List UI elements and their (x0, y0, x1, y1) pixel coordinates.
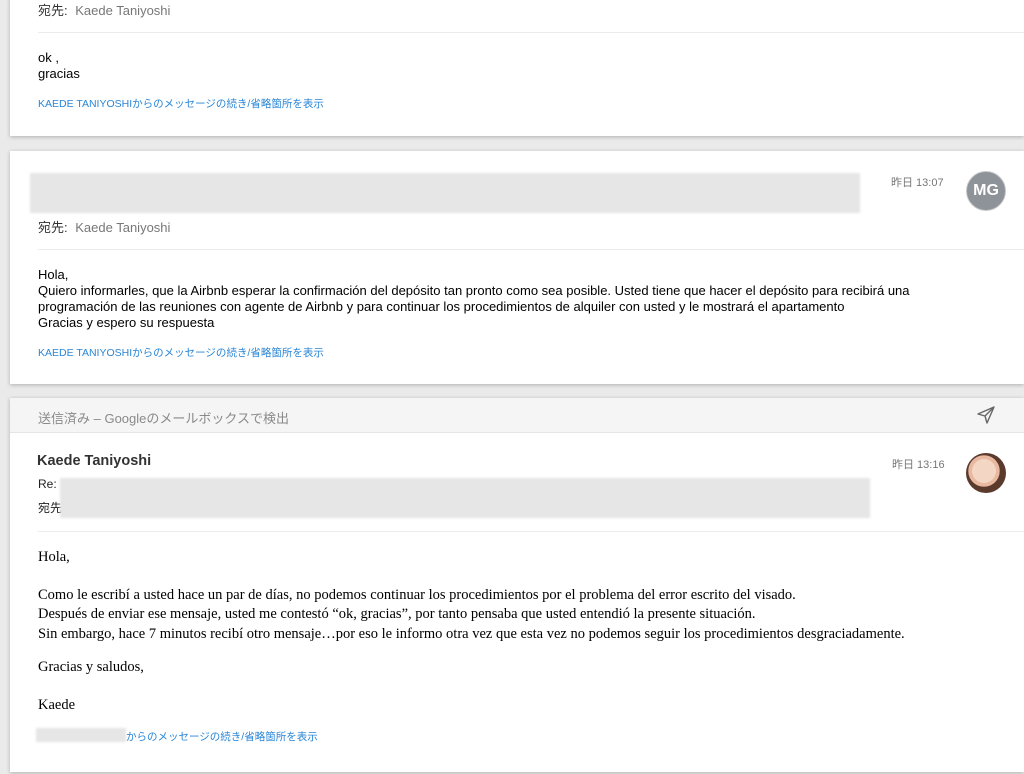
to-label: 宛先: (38, 3, 68, 18)
message-greeting: Hola, (38, 549, 70, 565)
message-card-1: 宛先: Kaede Taniyoshi ok , gracias KAEDE T… (10, 0, 1024, 136)
subject-label: Re: (38, 477, 57, 491)
message-body: ok , gracias (38, 50, 80, 81)
message-paragraph: Como le escribí a usted hace un par de d… (38, 587, 796, 603)
message-time: 昨日 13:16 (892, 459, 945, 471)
recipient-name[interactable]: Kaede Taniyoshi (75, 220, 170, 235)
avatar[interactable]: MG (966, 171, 1006, 211)
show-quoted-link[interactable]: からのメッセージの続き/省略箇所を表示 (126, 729, 318, 744)
message-body: Hola, Quiero informarles, que la Airbnb … (38, 267, 910, 330)
show-quoted-prefix: KAEDE TANIYOSHIからのメッセージの (38, 347, 227, 359)
message-paragraph: Sin embargo, hace 7 minutos recibí otro … (38, 626, 905, 642)
show-quoted-link[interactable]: KAEDE TANIYOSHIからのメッセージの続き/省略箇所を表示 (38, 345, 324, 360)
send-icon[interactable] (976, 405, 996, 425)
message-card-2: 昨日 13:07 MG 宛先: Kaede Taniyoshi Hola, Qu… (10, 151, 1024, 384)
message-closing: Gracias y saludos, (38, 659, 144, 675)
recipient-name[interactable]: Kaede Taniyoshi (75, 3, 170, 18)
to-label: 宛先: (38, 220, 68, 235)
avatar-initials: MG (973, 182, 999, 199)
message-paragraph: Después de enviar ese mensaje, usted me … (38, 606, 756, 622)
redacted-header (60, 478, 870, 518)
show-quoted-action[interactable]: 続き/省略箇所を表示 (226, 98, 323, 110)
avatar[interactable] (966, 453, 1006, 493)
found-in-mailbox-text[interactable]: 送信済み – Googleのメールボックスで検出 (38, 408, 289, 427)
message-signature: Kaede (38, 697, 76, 713)
show-quoted-action[interactable]: 続き/省略箇所を表示 (220, 731, 317, 743)
header-divider (38, 531, 1024, 532)
send-icon-graphic (977, 406, 995, 424)
message-time: 昨日 13:07 (891, 177, 944, 189)
show-quoted-prefix: KAEDE TANIYOSHIからのメッセージの (38, 98, 227, 110)
show-quoted-prefix: からのメッセージの (126, 731, 221, 743)
redacted-header (30, 173, 860, 213)
header-divider (38, 32, 1024, 33)
found-in-mailbox-bar: 送信済み – Googleのメールボックスで検出 (10, 398, 1024, 433)
show-quoted-action[interactable]: 続き/省略箇所を表示 (226, 347, 323, 359)
recipient-line: 宛先: Kaede Taniyoshi (38, 217, 170, 236)
recipient-line: 宛先: Kaede Taniyoshi (38, 0, 170, 19)
header-divider (38, 249, 1024, 250)
sender-name[interactable]: Kaede Taniyoshi (37, 453, 151, 469)
show-quoted-link[interactable]: KAEDE TANIYOSHIからのメッセージの続き/省略箇所を表示 (38, 96, 324, 111)
redacted-sender (36, 728, 126, 742)
message-card-3: 送信済み – Googleのメールボックスで検出 Kaede Taniyoshi… (10, 398, 1024, 772)
